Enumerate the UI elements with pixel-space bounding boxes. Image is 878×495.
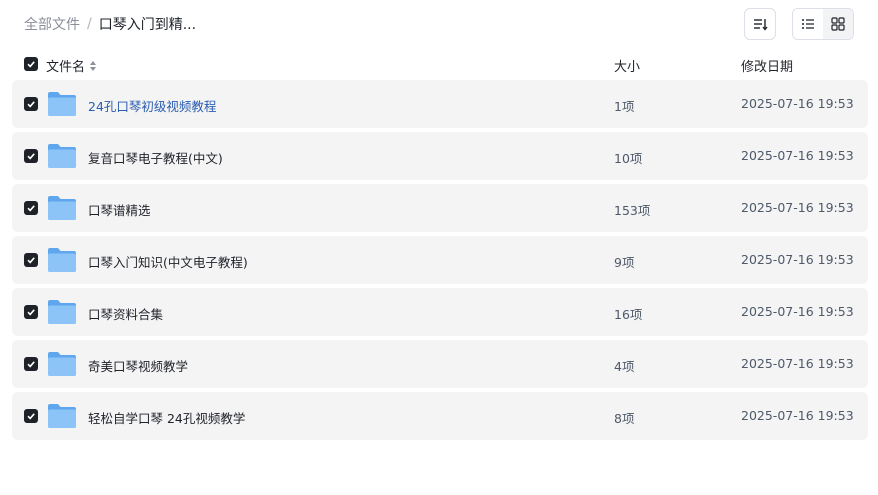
file-name[interactable]: 口琴资料合集 (88, 304, 163, 323)
folder-icon (48, 404, 76, 428)
folder-icon (48, 196, 76, 220)
folder-icon (48, 92, 76, 116)
file-name[interactable]: 轻松自学口琴 24孔视频教学 (88, 408, 245, 427)
modified-date: 2025-07-16 19:53 (741, 304, 854, 319)
modified-date: 2025-07-16 19:53 (741, 408, 854, 423)
file-name[interactable]: 24孔口琴初级视频教程 (88, 96, 216, 115)
checkmark-icon (27, 309, 35, 316)
folder-icon (48, 144, 76, 168)
row-checkbox[interactable] (24, 253, 38, 267)
file-size: 8项 (614, 411, 635, 426)
table-row[interactable]: 口琴谱精选 153项 2025-07-16 19:53 (12, 184, 868, 232)
table-row[interactable]: 奇美口琴视频教学 4项 2025-07-16 19:53 (12, 340, 868, 388)
file-size: 153项 (614, 203, 651, 218)
date-column-header[interactable]: 修改日期 (741, 56, 793, 75)
view-toggle-group (792, 8, 854, 40)
file-list: 24孔口琴初级视频教程 1项 2025-07-16 19:53 复音口琴电子教程(中文… (12, 80, 868, 444)
checkmark-icon (27, 153, 35, 160)
folder-icon (48, 248, 76, 272)
file-size: 16项 (614, 307, 643, 322)
sort-button[interactable] (744, 8, 776, 40)
sort-arrows-icon (90, 60, 97, 71)
checkmark-icon (27, 361, 35, 368)
modified-date: 2025-07-16 19:53 (741, 252, 854, 267)
file-name[interactable]: 口琴谱精选 (88, 200, 151, 219)
list-view-button[interactable] (793, 9, 823, 39)
breadcrumb-root-link[interactable]: 全部文件 (24, 14, 80, 34)
grid-view-icon (831, 17, 845, 31)
row-checkbox[interactable] (24, 149, 38, 163)
select-all-checkbox[interactable] (24, 57, 38, 71)
breadcrumb: 全部文件 / 口琴入门到精... (24, 14, 196, 34)
table-row[interactable]: 复音口琴电子教程(中文) 10项 2025-07-16 19:53 (12, 132, 868, 180)
row-checkbox[interactable] (24, 409, 38, 423)
sort-icon (754, 19, 768, 31)
table-row[interactable]: 口琴入门知识(中文电子教程) 9项 2025-07-16 19:53 (12, 236, 868, 284)
size-column-header[interactable]: 大小 (614, 56, 640, 75)
name-column-header[interactable]: 文件名 (46, 56, 97, 75)
grid-view-button[interactable] (823, 9, 853, 39)
file-size: 4项 (614, 359, 635, 374)
file-size: 1项 (614, 99, 635, 114)
top-bar: 全部文件 / 口琴入门到精... (0, 0, 878, 48)
breadcrumb-current: 口琴入门到精... (98, 17, 197, 33)
modified-date: 2025-07-16 19:53 (741, 148, 854, 163)
list-view-icon (802, 19, 814, 29)
row-checkbox[interactable] (24, 201, 38, 215)
table-row[interactable]: 24孔口琴初级视频教程 1项 2025-07-16 19:53 (12, 80, 868, 128)
name-column-label: 文件名 (46, 60, 86, 75)
checkmark-icon (27, 61, 35, 68)
table-row[interactable]: 口琴资料合集 16项 2025-07-16 19:53 (12, 288, 868, 336)
folder-icon (48, 300, 76, 324)
row-checkbox[interactable] (24, 357, 38, 371)
row-checkbox[interactable] (24, 97, 38, 111)
checkmark-icon (27, 101, 35, 108)
modified-date: 2025-07-16 19:53 (741, 356, 854, 371)
row-checkbox[interactable] (24, 305, 38, 319)
folder-icon (48, 352, 76, 376)
table-row[interactable]: 轻松自学口琴 24孔视频教学 8项 2025-07-16 19:53 (12, 392, 868, 440)
file-name[interactable]: 复音口琴电子教程(中文) (88, 148, 223, 167)
file-size: 10项 (614, 151, 643, 166)
breadcrumb-separator: / (87, 16, 92, 32)
file-name[interactable]: 奇美口琴视频教学 (88, 356, 188, 375)
checkmark-icon (27, 205, 35, 212)
file-name[interactable]: 口琴入门知识(中文电子教程) (88, 252, 248, 271)
modified-date: 2025-07-16 19:53 (741, 200, 854, 215)
checkmark-icon (27, 413, 35, 420)
checkmark-icon (27, 257, 35, 264)
file-size: 9项 (614, 255, 635, 270)
table-header: 文件名 大小 修改日期 (0, 52, 878, 76)
modified-date: 2025-07-16 19:53 (741, 96, 854, 111)
